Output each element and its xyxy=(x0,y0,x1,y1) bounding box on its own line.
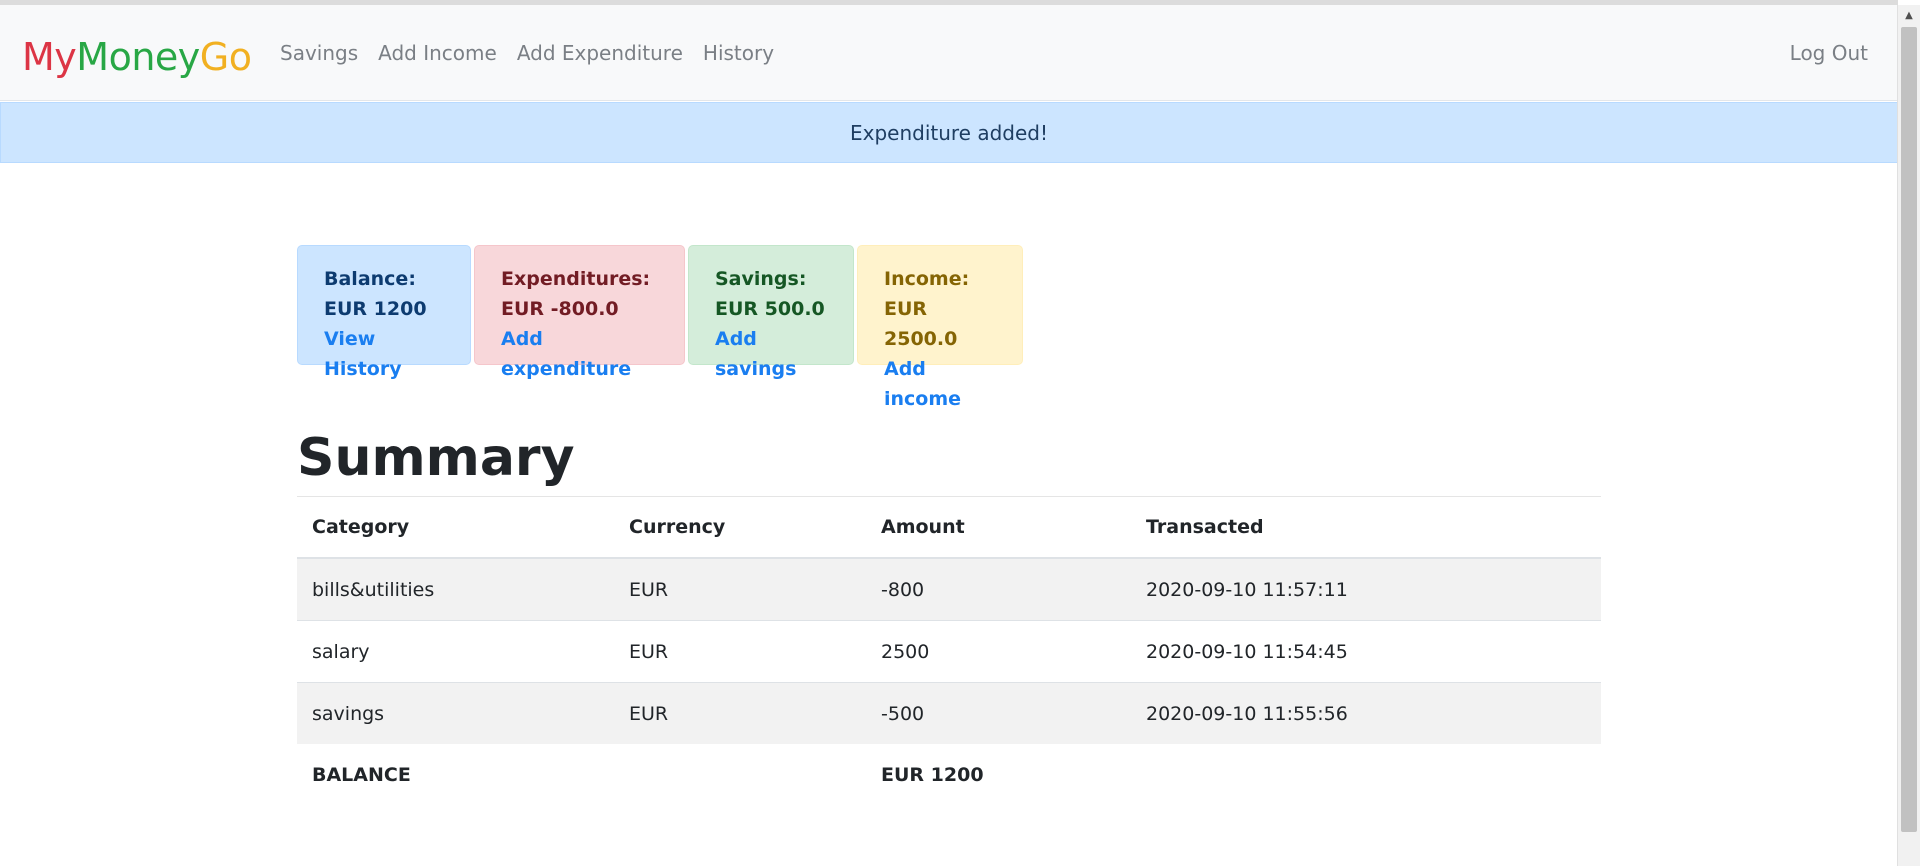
vertical-scrollbar[interactable]: ▲ xyxy=(1897,5,1920,866)
alert-message: Expenditure added! xyxy=(849,120,1049,145)
cell-category: savings xyxy=(297,682,614,744)
summary-title: Summary xyxy=(297,428,575,488)
logout-link[interactable]: Log Out xyxy=(1790,5,1868,100)
expenditures-value: EUR -800.0 xyxy=(501,298,619,320)
column-header-transacted: Transacted xyxy=(1131,497,1601,559)
table-row: salary EUR 2500 2020-09-10 11:54:45 xyxy=(297,620,1601,683)
column-header-currency: Currency xyxy=(614,497,866,559)
summary-table: Category Currency Amount Transacted bill… xyxy=(297,497,1601,805)
balance-value: EUR 1200 xyxy=(324,298,427,320)
savings-card: Savings: EUR 500.0 Add savings xyxy=(688,245,854,380)
brand-logo[interactable]: MyMoneyGo xyxy=(22,35,252,79)
cell-currency: EUR xyxy=(614,682,866,744)
income-label: Income: xyxy=(884,268,970,290)
balance-card: Balance: EUR 1200 View History xyxy=(297,245,471,380)
footer-balance-value: EUR 1200 xyxy=(881,763,984,786)
income-card: Income: EUR 2500.0 Add income xyxy=(857,245,1023,410)
add-savings-link[interactable]: Add savings xyxy=(715,324,827,384)
summary-cards: Balance: EUR 1200 View History Expenditu… xyxy=(297,245,1023,410)
success-alert: Expenditure added! xyxy=(0,102,1898,163)
income-value: EUR 2500.0 xyxy=(884,298,958,350)
table-footer-row: BALANCE EUR 1200 xyxy=(297,744,1601,805)
view-history-link[interactable]: View History xyxy=(324,324,444,384)
add-expenditure-link[interactable]: Add expenditure xyxy=(501,324,658,384)
table-row: savings EUR -500 2020-09-10 11:55:56 xyxy=(297,682,1601,744)
footer-balance-label: BALANCE xyxy=(312,763,411,786)
savings-value: EUR 500.0 xyxy=(715,298,825,320)
balance-label: Balance: xyxy=(324,268,416,290)
cell-category: salary xyxy=(297,620,614,683)
scrollbar-thumb[interactable] xyxy=(1901,27,1917,832)
cell-currency: EUR xyxy=(614,620,866,683)
table-row: bills&utilities EUR -800 2020-09-10 11:5… xyxy=(297,557,1601,621)
column-header-amount: Amount xyxy=(866,497,1131,559)
cell-category: bills&utilities xyxy=(297,557,614,621)
page: MyMoneyGo Savings Add Income Add Expendi… xyxy=(0,5,1898,866)
brand-part-money: Money xyxy=(76,35,200,79)
cell-currency: EUR xyxy=(614,557,866,621)
cell-transacted: 2020-09-10 11:55:56 xyxy=(1131,682,1601,744)
cell-amount: -500 xyxy=(866,682,1131,744)
nav-link-add-expenditure[interactable]: Add Expenditure xyxy=(517,41,683,65)
cell-transacted: 2020-09-10 11:57:11 xyxy=(1131,557,1601,621)
scroll-up-arrow-icon[interactable]: ▲ xyxy=(1898,5,1920,25)
expenditures-card: Expenditures: EUR -800.0 Add expenditure xyxy=(474,245,685,380)
savings-label: Savings: xyxy=(715,268,807,290)
nav-links: Savings Add Income Add Expenditure Histo… xyxy=(280,5,794,100)
table-header-row: Category Currency Amount Transacted xyxy=(297,497,1601,559)
footer-empty-cell xyxy=(1131,744,1601,805)
cell-transacted: 2020-09-10 11:54:45 xyxy=(1131,620,1601,683)
brand-part-go: Go xyxy=(199,35,252,79)
nav-link-savings[interactable]: Savings xyxy=(280,41,358,65)
brand-part-my: My xyxy=(22,35,77,79)
cell-amount: 2500 xyxy=(866,620,1131,683)
column-header-category: Category xyxy=(297,497,614,559)
navbar: MyMoneyGo Savings Add Income Add Expendi… xyxy=(0,5,1898,101)
nav-link-history[interactable]: History xyxy=(703,41,774,65)
footer-empty-cell xyxy=(614,744,866,805)
expenditures-label: Expenditures: xyxy=(501,268,651,290)
add-income-link[interactable]: Add income xyxy=(884,354,996,414)
nav-link-add-income[interactable]: Add Income xyxy=(378,41,497,65)
cell-amount: -800 xyxy=(866,557,1131,621)
